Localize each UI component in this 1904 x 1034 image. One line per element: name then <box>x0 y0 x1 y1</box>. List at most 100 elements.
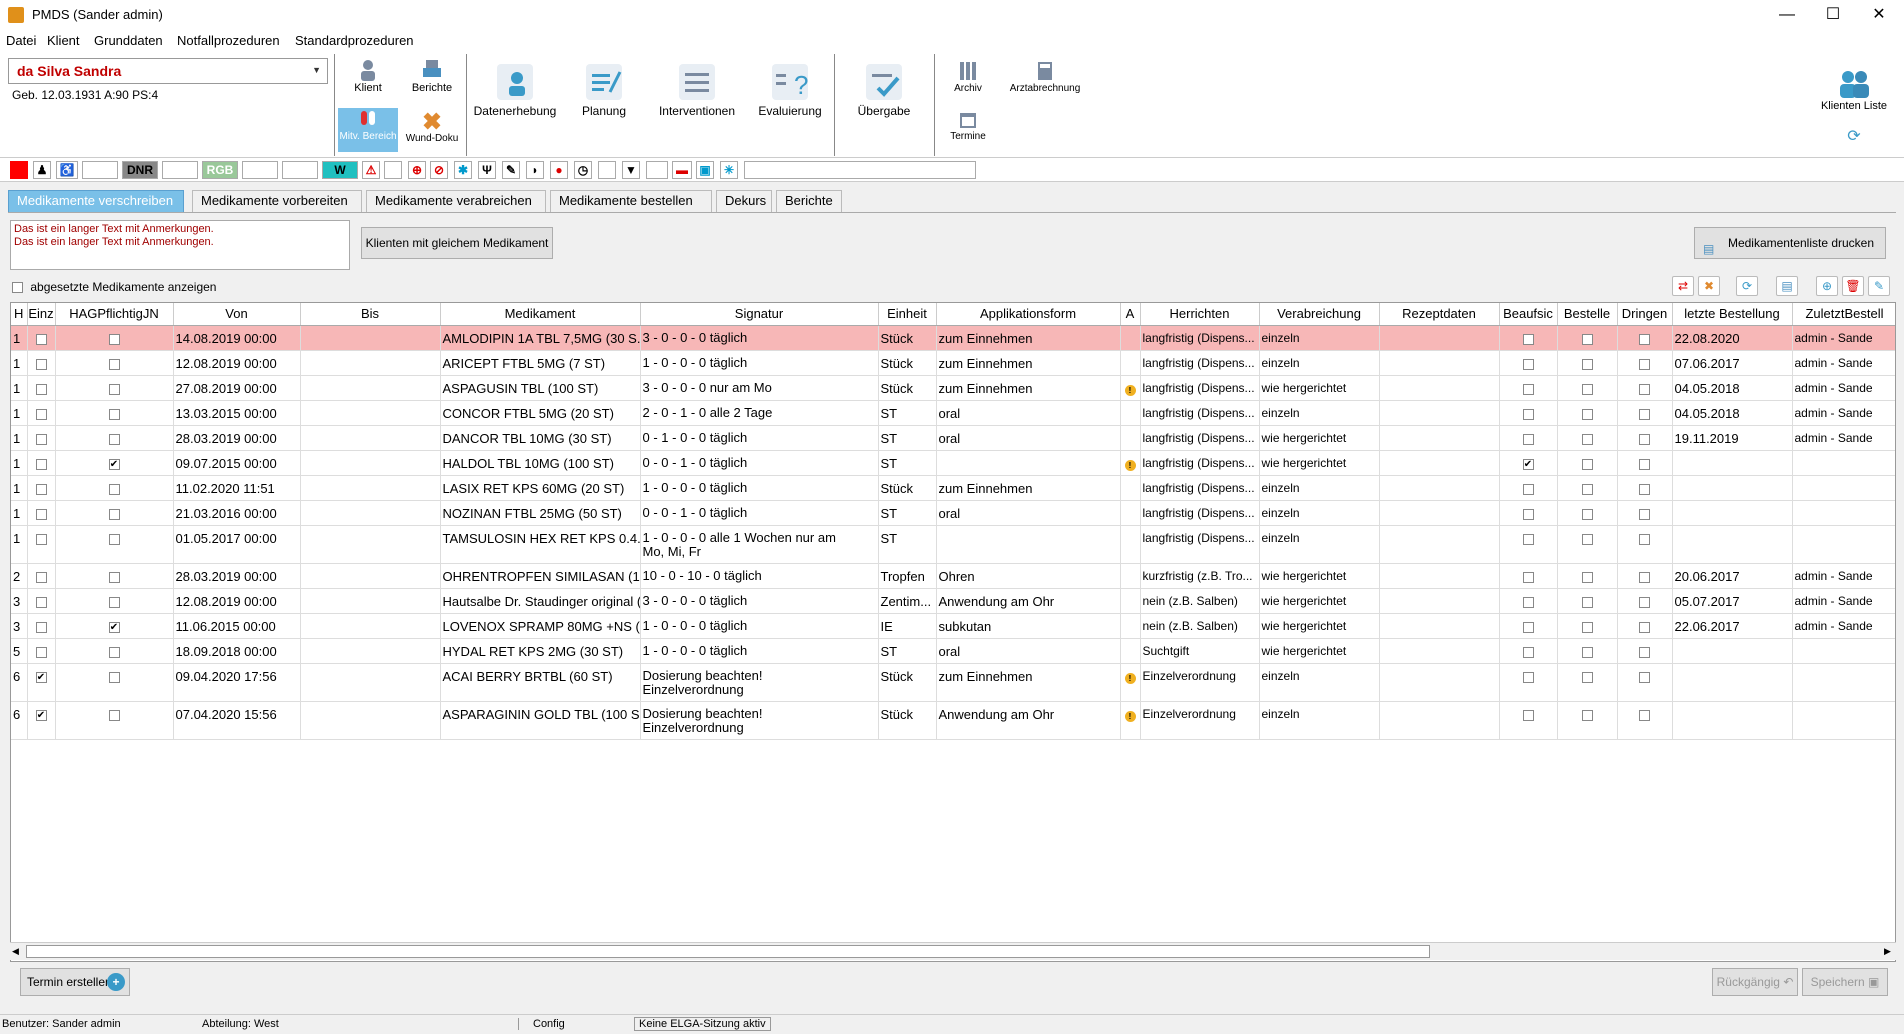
printer-icon[interactable]: ▤ <box>1776 276 1798 296</box>
cell-beaufsichtigt[interactable] <box>1499 638 1558 664</box>
cell-bestellen[interactable] <box>1557 525 1618 564</box>
checkbox[interactable] <box>35 333 47 345</box>
checkbox[interactable] <box>35 571 47 583</box>
menu-notfallprozeduren[interactable]: Notfallprozeduren <box>177 33 280 48</box>
column-header[interactable]: Medikament <box>440 303 641 326</box>
checkbox[interactable] <box>1522 621 1534 633</box>
table-row[interactable]: 1 12.08.2019 00:00 ARICEPT FTBL 5MG (7 ST)… <box>11 350 1895 376</box>
column-header[interactable]: HAGPflichtigJN <box>55 303 174 326</box>
cell-beaufsichtigt[interactable] <box>1499 663 1558 702</box>
cell-einz[interactable] <box>27 425 56 451</box>
checkbox[interactable] <box>1639 458 1650 470</box>
checkbox[interactable] <box>1522 383 1534 395</box>
cell-einz[interactable] <box>27 588 56 614</box>
column-header[interactable]: Einheit <box>878 303 937 326</box>
checkbox[interactable] <box>1522 358 1534 370</box>
table-row[interactable]: 1 28.03.2019 00:00 DANCOR TBL 10MG (30 ST)… <box>11 425 1895 451</box>
table-row[interactable]: 6 ✔ 09.04.2020 17:56 ACAI BERRY BRTBL (60 S… <box>11 663 1895 702</box>
cell-bestellen[interactable] <box>1557 350 1618 376</box>
checkbox[interactable] <box>1581 458 1593 470</box>
cell-dringend[interactable] <box>1617 350 1673 376</box>
cell-hag[interactable] <box>55 350 174 376</box>
column-header[interactable]: Applikationsform <box>936 303 1121 326</box>
menu-grunddaten[interactable]: Grunddaten <box>94 33 163 48</box>
cell-beaufsichtigt[interactable] <box>1499 400 1558 426</box>
show-discontinued-checkbox[interactable]: abgesetzte Medikamente anzeigen <box>12 280 216 294</box>
cell-dringend[interactable] <box>1617 450 1673 476</box>
checkbox[interactable] <box>108 533 120 545</box>
mitv-bereich-button[interactable]: Mitv. Bereich <box>338 108 398 152</box>
tab-medikamente-verschreiben[interactable]: Medikamente verschreiben <box>8 190 184 212</box>
checkbox[interactable] <box>108 333 120 345</box>
cell-beaufsichtigt[interactable] <box>1499 701 1558 740</box>
checkbox[interactable] <box>108 408 120 420</box>
column-header[interactable]: letzte Bestellung <box>1672 303 1793 326</box>
table-row[interactable]: 1 14.08.2019 00:00 AMLODIPIN 1A TBL 7,5MG … <box>11 325 1895 351</box>
delete-icon[interactable]: 🗑 <box>1842 276 1864 296</box>
table-row[interactable]: 5 18.09.2018 00:00 HYDAL RET KPS 2MG (30 S… <box>11 638 1895 664</box>
minimize-button[interactable]: — <box>1764 0 1810 30</box>
cell-einz[interactable]: ✔ <box>27 663 56 702</box>
checkbox[interactable] <box>1522 533 1534 545</box>
cell-hag[interactable] <box>55 525 174 564</box>
cell-einz[interactable] <box>27 400 56 426</box>
checkbox[interactable] <box>1639 408 1650 420</box>
cell-dringend[interactable] <box>1617 638 1673 664</box>
checkbox[interactable] <box>1581 508 1593 520</box>
checkbox[interactable] <box>35 383 47 395</box>
cell-hag[interactable] <box>55 400 174 426</box>
notes-field[interactable]: Das ist ein langer Text mit Anmerkungen.… <box>10 220 350 270</box>
archiv-button[interactable]: Archiv <box>942 60 994 94</box>
cell-hag[interactable] <box>55 500 174 526</box>
cell-beaufsichtigt[interactable] <box>1499 325 1558 351</box>
cell-einz[interactable] <box>27 325 56 351</box>
checkbox[interactable] <box>35 358 47 370</box>
checkbox[interactable] <box>108 483 120 495</box>
checkbox[interactable] <box>35 596 47 608</box>
checkbox[interactable] <box>1522 709 1534 721</box>
column-header[interactable]: Verabreichung <box>1259 303 1380 326</box>
maximize-button[interactable]: ☐ <box>1810 0 1856 30</box>
save-button[interactable]: Speichern ▣ <box>1802 968 1888 996</box>
checkbox[interactable] <box>1639 358 1650 370</box>
cell-bestellen[interactable] <box>1557 638 1618 664</box>
checkbox[interactable] <box>1581 671 1593 683</box>
checkbox[interactable] <box>1581 358 1593 370</box>
column-header[interactable]: Beaufsic <box>1499 303 1558 326</box>
cell-einz[interactable] <box>27 525 56 564</box>
checkbox[interactable] <box>35 458 47 470</box>
table-row[interactable]: 1 11.02.2020 11:51 LASIX RET KPS 60MG (20 … <box>11 475 1895 501</box>
column-header[interactable]: A <box>1120 303 1141 326</box>
add-icon[interactable]: ⊕ <box>1816 276 1838 296</box>
datenerhebung-button[interactable]: Datenerhebung <box>472 60 558 118</box>
tab-berichte[interactable]: Berichte <box>776 190 842 212</box>
table-row[interactable]: 2 28.03.2019 00:00 OHRENTROPFEN SIMILASAN … <box>11 563 1895 589</box>
medication-swap-icon[interactable]: ⇄ <box>1672 276 1694 296</box>
checkbox[interactable] <box>1581 621 1593 633</box>
checkbox[interactable] <box>108 709 120 721</box>
checkbox[interactable] <box>1639 671 1650 683</box>
tab-dekurs[interactable]: Dekurs <box>716 190 772 212</box>
cell-bestellen[interactable] <box>1557 500 1618 526</box>
planung-button[interactable]: Planung <box>566 60 642 118</box>
cell-bestellen[interactable] <box>1557 588 1618 614</box>
cell-beaufsichtigt[interactable] <box>1499 588 1558 614</box>
cell-dringend[interactable] <box>1617 500 1673 526</box>
bandage-icon[interactable]: ✖ <box>1698 276 1720 296</box>
print-medication-list-button[interactable]: ▤ Medikamentenliste drucken <box>1694 227 1886 259</box>
cell-beaufsichtigt[interactable] <box>1499 613 1558 639</box>
cell-hag[interactable]: ✔ <box>55 450 174 476</box>
scroll-right-icon[interactable]: ▶ <box>1884 946 1891 957</box>
cell-hag[interactable] <box>55 425 174 451</box>
close-button[interactable]: ✕ <box>1856 0 1902 30</box>
checkbox[interactable] <box>1639 333 1650 345</box>
column-header[interactable]: ZuletztBestell <box>1792 303 1895 326</box>
patient-selector[interactable]: da Silva Sandra ▼ <box>8 58 328 84</box>
checkbox[interactable] <box>35 621 47 633</box>
menu-klient[interactable]: Klient <box>47 33 80 48</box>
checkbox[interactable] <box>35 533 47 545</box>
wund-doku-button[interactable]: Wund-Doku <box>404 110 460 144</box>
cell-beaufsichtigt[interactable]: ✔ <box>1499 450 1558 476</box>
cell-einz[interactable] <box>27 350 56 376</box>
column-header[interactable]: Herrichten <box>1140 303 1260 326</box>
